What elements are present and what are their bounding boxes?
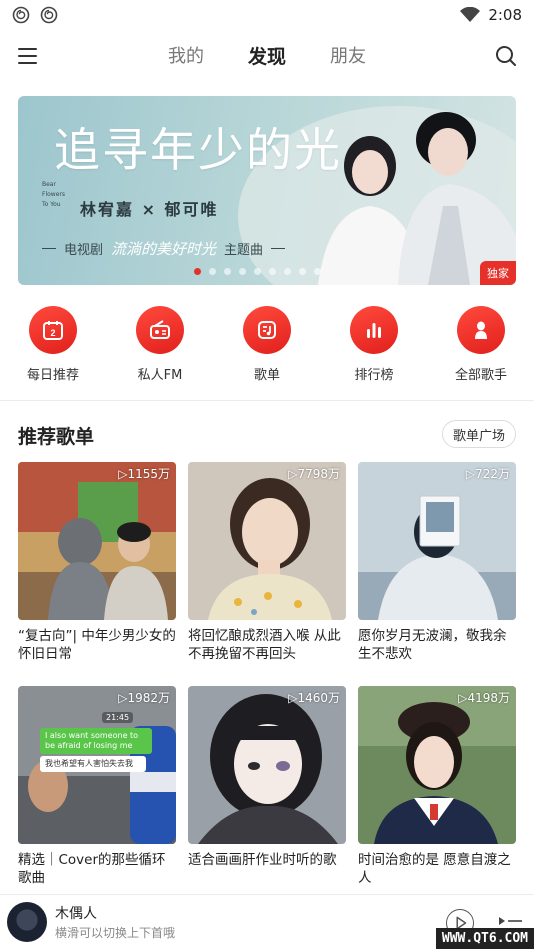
playlist-cover: ▷1460万 — [188, 686, 346, 844]
banner-dot[interactable] — [299, 268, 306, 275]
singer-icon — [475, 321, 487, 339]
shortcut-label: 排行榜 — [354, 368, 394, 383]
tab-friends[interactable]: 朋友 — [330, 42, 366, 69]
svg-text:2: 2 — [50, 328, 55, 338]
playlist-card[interactable]: ▷4198万 时间治愈的是 愿意自渡之人 — [358, 686, 516, 887]
playlist-cover-art — [358, 462, 516, 620]
play-count: ▷1460万 — [288, 691, 340, 705]
shortcut-label: 全部歌手 — [454, 368, 507, 383]
top-navigation: 我的 发现 朋友 — [0, 36, 534, 76]
shortcut-label: 私人FM — [137, 368, 183, 383]
playlist-icon — [258, 321, 276, 339]
tab-mine[interactable]: 我的 — [168, 42, 204, 69]
banner-dot[interactable] — [209, 268, 216, 275]
playlist-title: 适合画画肝作业时听的歌 — [188, 852, 337, 868]
playlist-cover: ▷7798万 — [188, 462, 346, 620]
banner-subtitle-left: 电视剧 — [64, 243, 104, 258]
playlist-title: 时间治愈的是 愿意自渡之人 — [358, 852, 511, 886]
netease-notification-icon — [40, 6, 58, 24]
swipe-hint: 横滑可以切换上下首哦 — [55, 926, 176, 940]
banner-dot[interactable] — [194, 268, 201, 275]
banner-side-text: Bear Flowers To You — [42, 181, 65, 208]
banner-subtitle-script: 流淌的美好时光 — [111, 240, 217, 258]
wifi-icon — [460, 7, 481, 22]
chart-bars-icon — [367, 323, 381, 338]
tab-discover[interactable]: 发现 — [248, 42, 286, 69]
exclusive-badge: 独家 — [480, 261, 516, 285]
playlist-cover: ▷1155万 — [18, 462, 176, 620]
playlist-card[interactable]: ▷1460万 适合画画肝作业时听的歌 — [188, 686, 346, 887]
banner-dot[interactable] — [314, 268, 321, 275]
section-divider — [0, 400, 534, 401]
banner-dot[interactable] — [269, 268, 276, 275]
status-time: 2:08 — [488, 6, 522, 24]
banner-carousel[interactable]: 追寻年少的光 Bear Flowers To You 林宥嘉 × 郁可唯 电视剧… — [18, 96, 516, 285]
banner-dot[interactable] — [254, 268, 261, 275]
playlist-title: 精选｜Cover的那些循环歌曲 — [18, 852, 166, 886]
shortcut-private-fm[interactable]: 私人FM — [120, 306, 200, 383]
radio-icon — [150, 320, 170, 339]
playlist-card[interactable]: ▷722万 愿你岁月无波澜，敬我余生不悲欢 — [358, 462, 516, 663]
playlist-card[interactable]: ▷1155万 “复古向”| 中年少男少女的怀旧日常 — [18, 462, 176, 663]
banner-dot[interactable] — [224, 268, 231, 275]
shortcut-charts[interactable]: 排行榜 — [334, 306, 414, 383]
playlist-card[interactable]: ▷7798万 将回忆酿成烈酒入喉 从此不再挽留不再回头 — [188, 462, 346, 663]
chat-bubble-english: I also want someone to be afraid of losi… — [40, 728, 152, 754]
playlist-square-button[interactable]: 歌单广场 — [441, 420, 516, 448]
search-icon[interactable] — [494, 44, 518, 68]
chat-timestamp: 21:45 — [102, 712, 134, 723]
shortcut-playlist[interactable]: 歌单 — [227, 306, 307, 383]
play-count: ▷7798万 — [288, 467, 340, 481]
playlist-title: 愿你岁月无波澜，敬我余生不悲欢 — [358, 628, 507, 662]
shortcut-label: 歌单 — [253, 368, 280, 383]
playlist-title: “复古向”| 中年少男少女的怀旧日常 — [18, 628, 176, 662]
playlist-card[interactable]: 21:45 I also want someone to be afraid o… — [18, 686, 176, 887]
shortcut-all-singers[interactable]: 全部歌手 — [441, 306, 521, 383]
shortcut-daily-recommend[interactable]: 2 每日推荐 — [13, 306, 93, 383]
play-count: ▷4198万 — [458, 691, 510, 705]
banner-dot[interactable] — [284, 268, 291, 275]
banner-subtitle: 电视剧 流淌的美好时光 主题曲 — [42, 238, 286, 259]
netease-notification-icon — [12, 6, 30, 24]
playlist-cover: ▷4198万 — [358, 686, 516, 844]
playlist-cover-art — [18, 462, 176, 620]
banner-pagination — [194, 268, 321, 275]
playlist-cover-art — [188, 462, 346, 620]
tab-bar: 我的 发现 朋友 — [0, 42, 534, 69]
playlist-cover-art — [358, 686, 516, 844]
playlist-cover: 21:45 I also want someone to be afraid o… — [18, 686, 176, 844]
play-count: ▷722万 — [465, 467, 510, 481]
chat-bubble-chinese: 我也希望有人害怕失去我 — [40, 756, 146, 772]
site-watermark: WWW.QT6.COM — [435, 928, 534, 949]
shortcut-row: 2 每日推荐 私人FM 歌单 排行榜 全部歌手 — [0, 306, 534, 386]
play-count: ▷1155万 — [118, 467, 170, 481]
banner-title: 追寻年少的光 — [54, 123, 342, 177]
now-playing-title: 木偶人 — [55, 906, 97, 922]
calendar-icon: 2 — [43, 321, 63, 340]
shortcut-label: 每日推荐 — [26, 368, 79, 383]
banner-subtitle-right: 主题曲 — [224, 243, 264, 258]
banner-artists: 林宥嘉 × 郁可唯 — [80, 200, 219, 219]
playlist-title: 将回忆酿成烈酒入喉 从此不再挽留不再回头 — [188, 628, 341, 662]
banner-dot[interactable] — [239, 268, 246, 275]
playlist-cover: ▷722万 — [358, 462, 516, 620]
playlist-cover-art — [188, 686, 346, 844]
status-bar: 2:08 — [0, 0, 534, 30]
section-title: 推荐歌单 — [18, 426, 95, 448]
album-art[interactable] — [7, 902, 47, 942]
play-count: ▷1982万 — [118, 691, 170, 705]
